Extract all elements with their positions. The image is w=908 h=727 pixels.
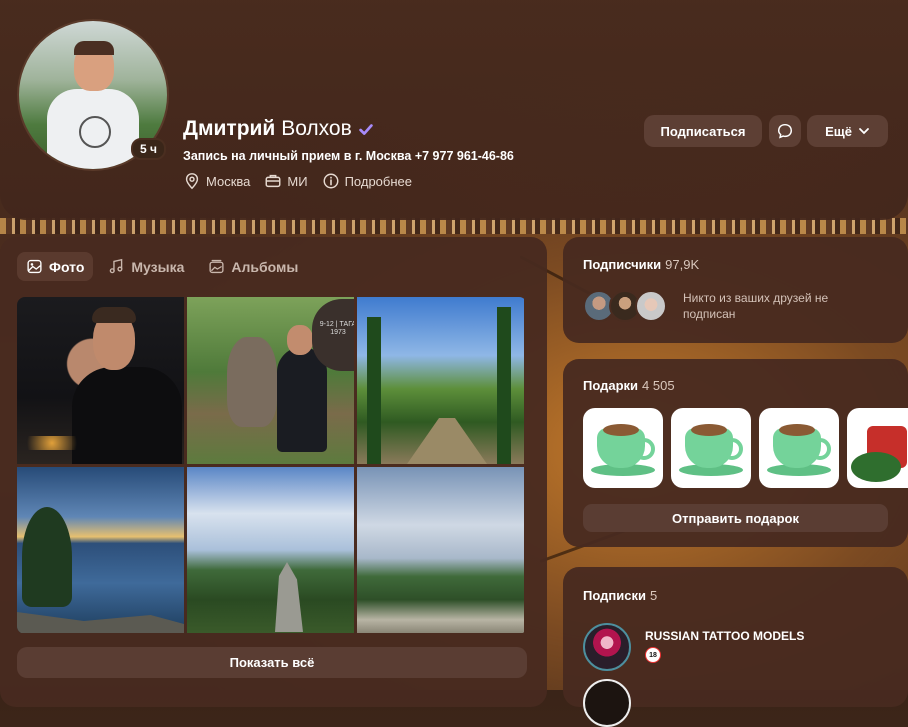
profile-meta: Москва МИ Подробнее	[183, 172, 412, 190]
send-gift-button[interactable]: Отправить подарок	[583, 504, 888, 532]
subscribers-count: 97,9K	[665, 257, 700, 272]
work-item[interactable]: МИ	[264, 172, 308, 190]
more-label: Ещё	[825, 123, 852, 139]
message-icon	[777, 123, 793, 139]
show-all-button[interactable]: Показать всё	[17, 647, 527, 678]
avatar	[583, 623, 631, 671]
more-button[interactable]: Ещё	[807, 115, 888, 147]
photo-icon	[27, 259, 42, 274]
media-tabs: Фото Музыка Альбомы	[17, 252, 307, 281]
tab-photos-label: Фото	[49, 258, 85, 275]
tab-albums-label: Альбомы	[231, 258, 299, 275]
gifts-title-label: Подарки	[583, 378, 639, 393]
follows-card: Подписки 5 RUSSIAN TATTOO MODELS 18	[563, 567, 908, 727]
subscribers-title-label: Подписчики	[583, 257, 662, 272]
background-pattern	[0, 218, 908, 234]
photo-thumbnail[interactable]: 9-12 | ТАГА 1973	[187, 297, 354, 464]
age-restriction-badge: 18	[645, 647, 661, 663]
avatar[interactable]	[583, 679, 631, 727]
photo-thumbnail[interactable]	[357, 467, 524, 633]
info-icon	[323, 173, 339, 189]
avatar[interactable]	[635, 290, 667, 322]
online-time-badge: 5 ч	[131, 138, 166, 160]
profile-header: 5 ч Дмитрий Волхов Запись на личный прие…	[0, 0, 908, 220]
photo-grid: 9-12 | ТАГА 1973	[17, 297, 527, 634]
tab-music[interactable]: Музыка	[99, 252, 193, 281]
briefcase-icon	[265, 174, 281, 188]
gifts-count: 4 505	[642, 378, 675, 393]
details-item[interactable]: Подробнее	[322, 172, 412, 190]
city-label: Москва	[206, 173, 251, 189]
subscribers-card: Подписчики 97,9K Никто из ваших друзей не…	[563, 237, 908, 343]
follow-item[interactable]: RUSSIAN TATTOO MODELS 18	[583, 623, 804, 671]
subscribers-title[interactable]: Подписчики 97,9K	[583, 257, 699, 272]
gift-item[interactable]	[847, 408, 908, 488]
profile-first-name: Дмитрий	[183, 117, 276, 140]
follows-title[interactable]: Подписки 5	[583, 588, 657, 603]
photo-overlay-stamp: 9-12 | ТАГА 1973	[312, 299, 354, 371]
gifts-title[interactable]: Подарки 4 505	[583, 378, 675, 393]
profile-name: Дмитрий Волхов	[183, 117, 352, 141]
albums-icon	[209, 259, 224, 274]
photo-thumbnail[interactable]	[17, 297, 184, 464]
chevron-down-icon	[859, 128, 869, 135]
gifts-card: Подарки 4 505 Отправить подарок	[563, 359, 908, 547]
friend-avatars	[583, 290, 667, 322]
photo-thumbnail[interactable]	[17, 467, 184, 633]
gifts-row	[583, 408, 908, 488]
location-pin-icon	[185, 173, 199, 190]
tab-albums[interactable]: Альбомы	[199, 252, 307, 281]
profile-status: Запись на личный прием в г. Москва +7 97…	[183, 149, 514, 163]
message-button[interactable]	[769, 115, 801, 147]
friends-subscribed-text: Никто из ваших друзей не подписан	[683, 291, 829, 321]
photo-thumbnail[interactable]	[357, 297, 524, 464]
follows-title-label: Подписки	[583, 588, 646, 603]
music-icon	[110, 258, 123, 274]
follows-count: 5	[649, 588, 658, 603]
follow-name: RUSSIAN TATTOO MODELS	[645, 629, 805, 643]
tab-photos[interactable]: Фото	[17, 252, 94, 281]
photo-thumbnail[interactable]	[187, 467, 354, 633]
gift-item[interactable]	[759, 408, 839, 488]
subscribe-button[interactable]: Подписаться	[644, 115, 762, 147]
verified-check-icon	[359, 124, 373, 135]
profile-last-name: Волхов	[281, 117, 352, 140]
details-label: Подробнее	[344, 173, 412, 189]
work-label: МИ	[287, 173, 308, 189]
tab-music-label: Музыка	[131, 258, 185, 275]
gift-item[interactable]	[671, 408, 751, 488]
city-item[interactable]: Москва	[183, 172, 250, 190]
gift-item[interactable]	[583, 408, 663, 488]
